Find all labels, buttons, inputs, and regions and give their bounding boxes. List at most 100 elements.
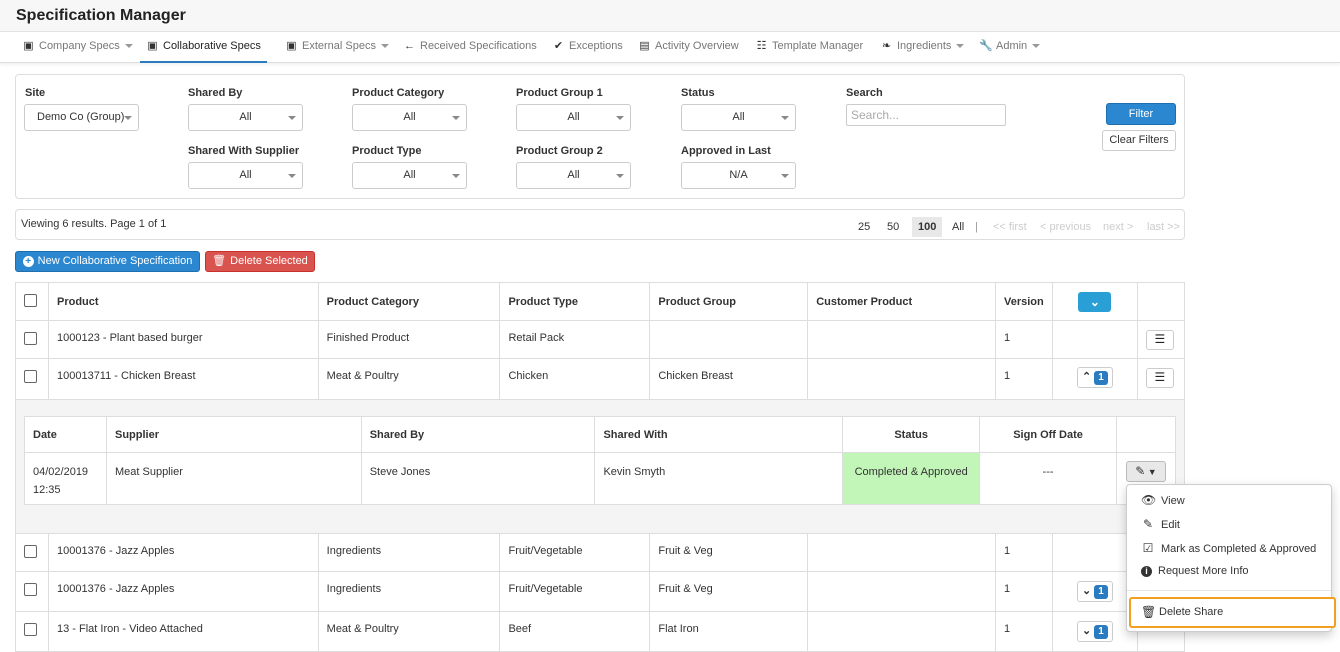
shares-cell: ⌄ 1: [1051, 611, 1138, 652]
collapse-shares-button[interactable]: ⌃ 1: [1077, 367, 1113, 388]
expand-shares-button[interactable]: ⌄ 1: [1077, 621, 1113, 642]
page-size-50[interactable]: 50: [881, 217, 905, 237]
first-page-link[interactable]: << first: [987, 217, 1033, 237]
search-input[interactable]: Search...: [846, 104, 1006, 126]
nav-template-manager[interactable]: ☷ Template Manager: [755, 32, 864, 63]
nav-received-specs[interactable]: ← Received Specifications: [403, 32, 537, 63]
row-menu-button[interactable]: ☰: [1145, 330, 1174, 350]
product-group-1-select[interactable]: All: [516, 104, 631, 131]
product-cell[interactable]: 10001376 - Jazz Apples: [47, 533, 319, 572]
delete-selected-button[interactable]: 🗑 Delete Selected: [205, 251, 315, 272]
column-header[interactable]: Product Group: [649, 282, 809, 321]
page-size-all[interactable]: All: [946, 217, 970, 237]
product-cell[interactable]: 1000123 - Plant based burger: [47, 320, 319, 359]
shares-column-header: Date: [24, 416, 107, 453]
product-cell[interactable]: 10001376 - Jazz Apples: [47, 571, 319, 612]
row-checkbox[interactable]: [24, 583, 37, 596]
column-header[interactable]: Product Type: [499, 282, 651, 321]
table-row: 13 - Flat Iron - Video Attached Meat & P…: [15, 611, 1186, 652]
caret-down-icon: [1032, 44, 1041, 49]
customer-cell: [807, 533, 996, 572]
nav-admin[interactable]: 🔧 Admin: [979, 32, 1041, 63]
menu-item-edit[interactable]: ✎ Edit: [1141, 517, 1180, 531]
status-select[interactable]: All: [681, 104, 796, 131]
caret-down-icon: [124, 44, 133, 49]
version-cell: 1: [994, 320, 1053, 359]
approved-in-last-select[interactable]: N/A: [681, 162, 796, 189]
group-cell: Fruit & Veg: [649, 533, 809, 572]
product-cell[interactable]: 100013711 - Chicken Breast: [47, 358, 319, 400]
product-group-2-label: Product Group 2: [516, 145, 603, 157]
next-page-link[interactable]: next >: [1097, 217, 1139, 237]
product-category-select[interactable]: All: [352, 104, 467, 131]
product-cell[interactable]: 13 - Flat Iron - Video Attached: [47, 611, 319, 652]
clear-filters-button[interactable]: Clear Filters: [1102, 130, 1176, 151]
group-cell: Fruit & Veg: [649, 571, 809, 612]
page-size-25[interactable]: 25: [852, 217, 876, 237]
expand-shares-button[interactable]: ⌄ 1: [1077, 581, 1113, 602]
share-supplier-cell: Meat Supplier: [105, 452, 362, 505]
column-header[interactable]: Customer Product: [807, 282, 996, 321]
nav-company-specs[interactable]: ▣ Company Specs: [22, 32, 133, 63]
shared-with-supplier-select[interactable]: All: [188, 162, 303, 189]
select-all-checkbox[interactable]: [24, 293, 37, 307]
customer-cell: [807, 611, 996, 652]
row-checkbox[interactable]: [24, 545, 37, 558]
shares-actions-header: [1115, 416, 1177, 453]
menu-item-mark-completed[interactable]: ☑ Mark as Completed & Approved: [1141, 541, 1317, 555]
customer-cell: [807, 571, 996, 612]
shares-cell: [1051, 320, 1138, 359]
site-select[interactable]: Demo Co (Group): [24, 104, 139, 131]
previous-page-link[interactable]: < previous: [1034, 217, 1097, 237]
arrow-left-icon: ←: [404, 40, 415, 52]
category-cell: Ingredients: [317, 571, 501, 612]
chart-icon: ▤: [639, 40, 650, 52]
expand-all-button[interactable]: ⌄: [1078, 291, 1112, 312]
menu-item-delete-share[interactable]: 🗑 Delete Share: [1129, 597, 1336, 628]
type-cell: Chicken: [499, 358, 651, 400]
table-row: 1000123 - Plant based burger Finished Pr…: [15, 320, 1186, 359]
filter-button[interactable]: Filter: [1106, 103, 1176, 125]
expand-all-cell: ⌄: [1051, 282, 1138, 321]
share-date: 04/02/2019: [33, 466, 89, 478]
row-menu-button[interactable]: ☰: [1145, 368, 1174, 388]
nav-ingredients[interactable]: ❧ Ingredients: [880, 32, 965, 63]
approved-in-last-label: Approved in Last: [681, 145, 771, 157]
row-actions-cell: ☰: [1136, 358, 1186, 400]
row-checkbox[interactable]: [24, 332, 37, 345]
list-icon: ☷: [756, 40, 767, 52]
list-icon: ☰: [1154, 332, 1166, 346]
shares-cell: ⌃ 1: [1051, 358, 1138, 400]
briefcase-icon: ▣: [286, 40, 297, 52]
last-page-link[interactable]: last >>: [1141, 217, 1186, 237]
search-label: Search: [846, 87, 883, 99]
menu-item-view[interactable]: 👁 View: [1141, 493, 1185, 507]
shares-column-header: Shared By: [360, 416, 596, 453]
row-select-cell: [15, 571, 49, 612]
version-cell: 1: [994, 358, 1053, 400]
product-type-select[interactable]: All: [352, 162, 467, 189]
row-checkbox[interactable]: [24, 623, 37, 636]
type-cell: Fruit/Vegetable: [499, 571, 651, 612]
column-header[interactable]: Version: [994, 282, 1053, 321]
table-row: 100013711 - Chicken Breast Meat & Poultr…: [15, 358, 1186, 400]
new-collaborative-spec-button[interactable]: + New Collaborative Specification: [15, 251, 200, 272]
caret-down-icon: [956, 44, 965, 49]
nav-exceptions[interactable]: ✔ Exceptions: [552, 32, 623, 63]
new-spec-label: New Collaborative Specification: [37, 255, 193, 267]
share-edit-dropdown-button[interactable]: ✎ ▼: [1125, 461, 1166, 482]
nav-activity-overview[interactable]: ▤ Activity Overview: [638, 32, 738, 63]
shared-by-select[interactable]: All: [188, 104, 303, 131]
menu-item-request-info[interactable]: i Request More Info: [1141, 565, 1249, 577]
column-header[interactable]: Product Category: [317, 282, 501, 321]
nav-collaborative-specs[interactable]: ▣ Collaborative Specs: [140, 32, 267, 63]
column-header[interactable]: Product: [47, 282, 319, 321]
pagination-separator: |: [975, 221, 978, 233]
version-cell: 1: [994, 611, 1053, 652]
page-size-100[interactable]: 100: [912, 217, 943, 237]
nav-external-specs[interactable]: ▣ External Specs: [285, 32, 389, 63]
row-select-cell: [15, 611, 49, 652]
product-group-2-select[interactable]: All: [516, 162, 631, 189]
shared-with-supplier-label: Shared With Supplier: [188, 145, 300, 157]
row-checkbox[interactable]: [24, 370, 37, 383]
